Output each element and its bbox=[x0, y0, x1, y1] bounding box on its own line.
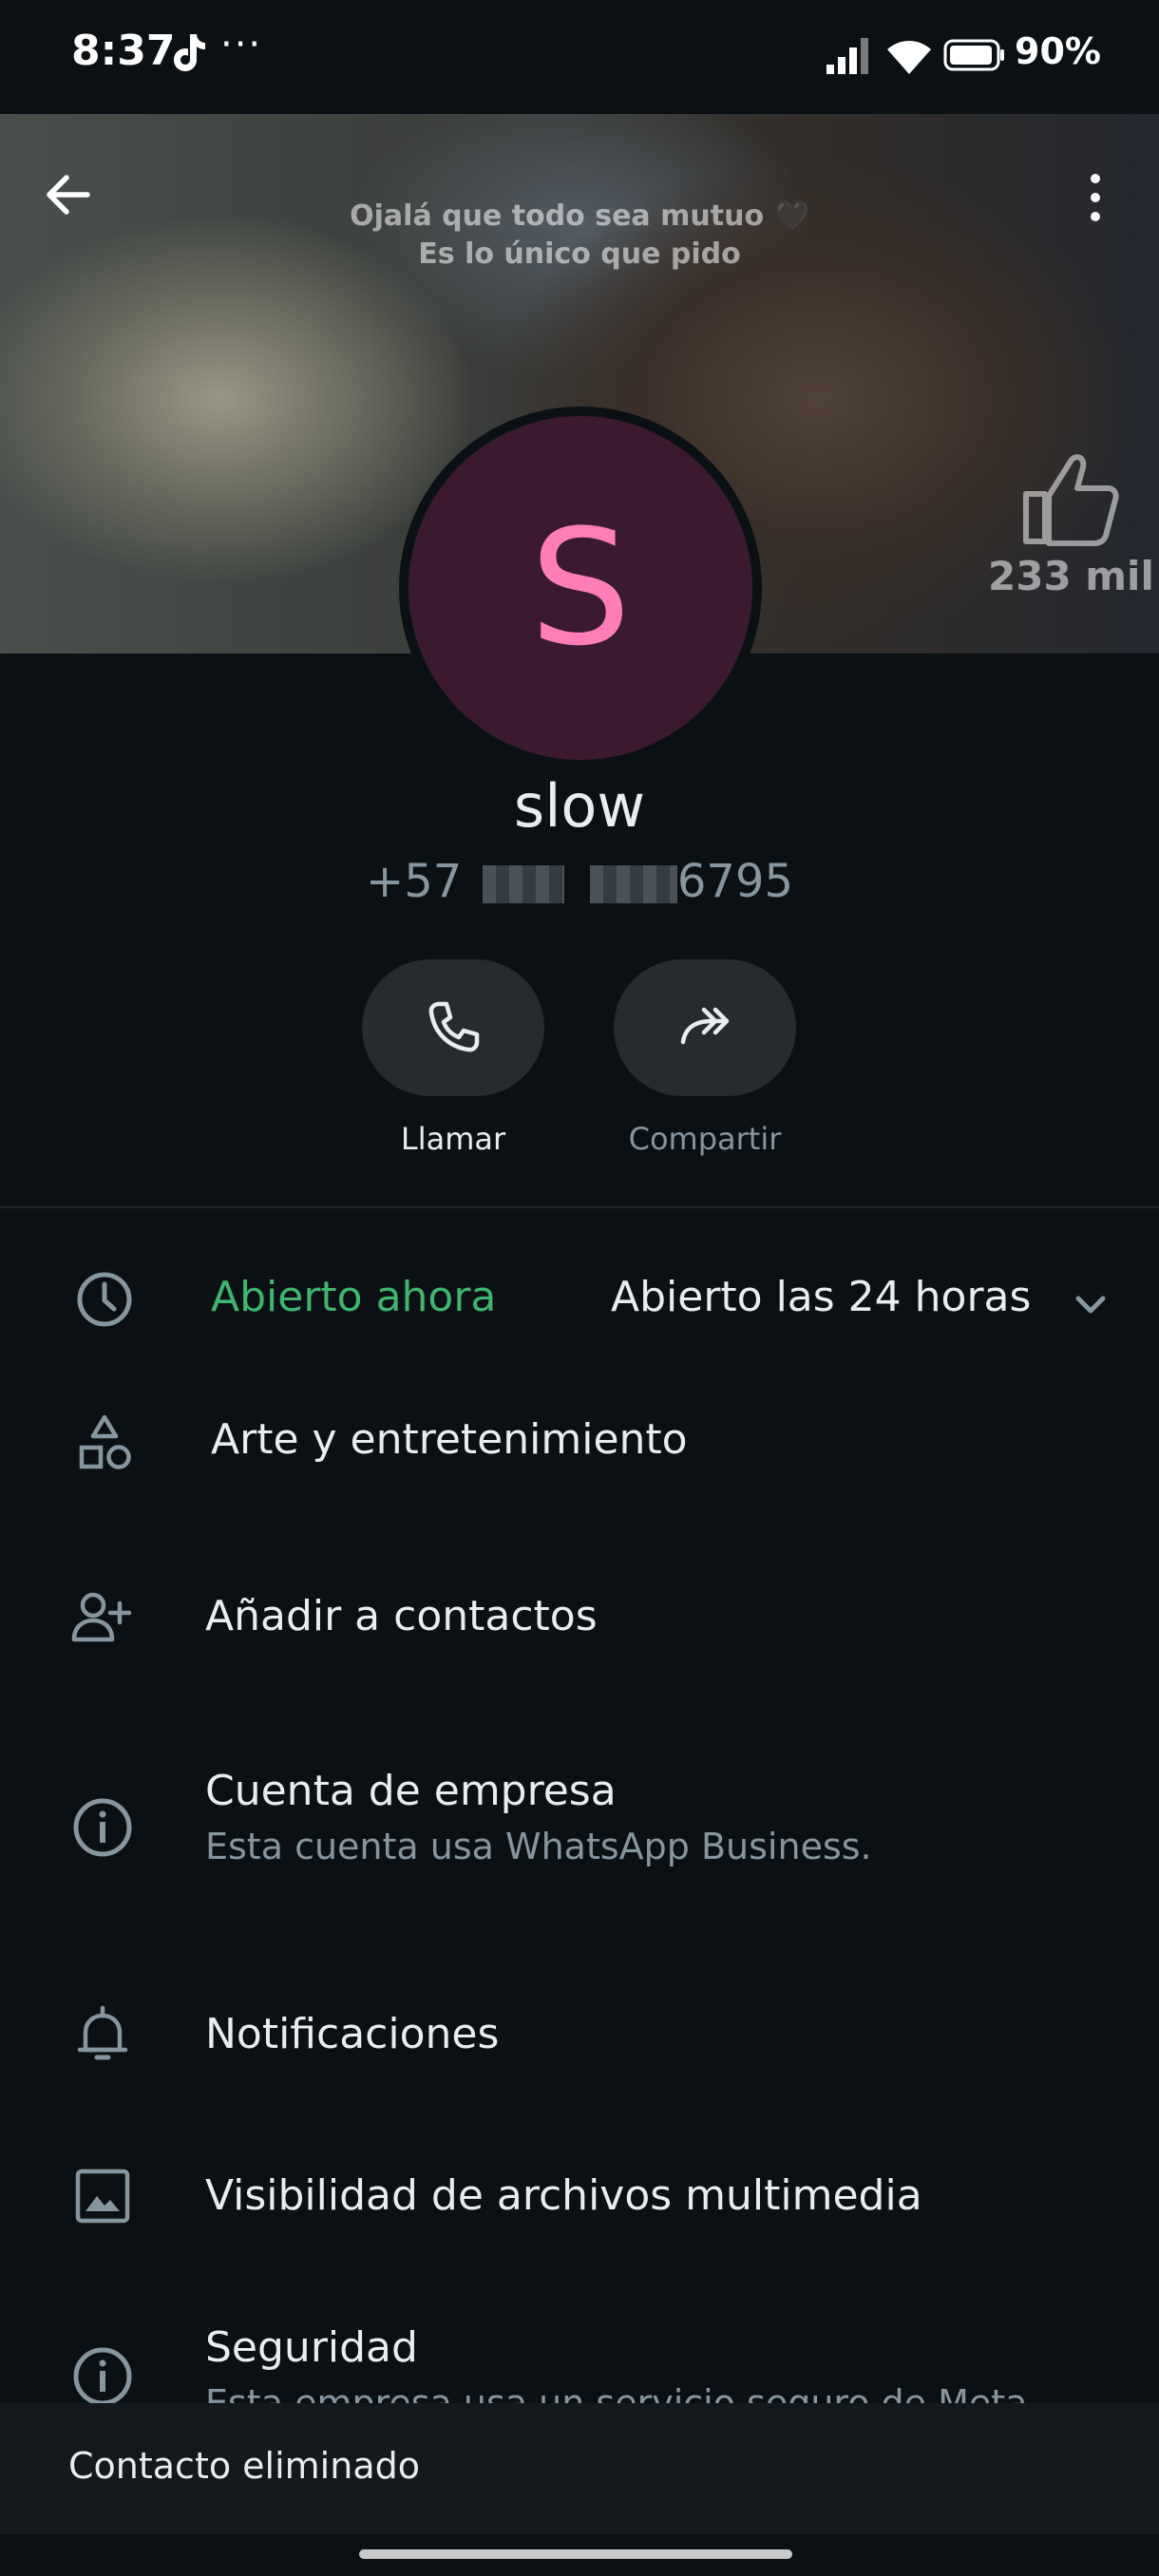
business-hours-row[interactable]: Abierto ahora Abierto las 24 horas bbox=[0, 1244, 1159, 1358]
thumbs-up-icon bbox=[1023, 454, 1119, 546]
home-indicator[interactable] bbox=[359, 2549, 792, 2559]
call-button[interactable] bbox=[362, 959, 544, 1096]
notifications-label: Notificaciones bbox=[205, 2010, 500, 2058]
avatar-letter: S bbox=[529, 495, 632, 681]
phone-prefix: +57 bbox=[366, 855, 463, 908]
business-account-row[interactable]: Cuenta de empresa Esta cuenta usa WhatsA… bbox=[0, 1748, 1159, 1900]
contact-info-screen: 8:37 ··· 90% Ojalá que todo sea mutuo 🖤 … bbox=[0, 0, 1159, 2576]
phone-redacted-block bbox=[589, 865, 677, 903]
phone-suffix: 6795 bbox=[676, 855, 793, 908]
call-label: Llamar bbox=[400, 1121, 506, 1157]
info-icon bbox=[73, 2347, 132, 2406]
share-arrow-icon bbox=[680, 1007, 730, 1045]
security-title: Seguridad bbox=[205, 2323, 418, 2372]
snackbar-text: Contacto eliminado bbox=[68, 2445, 420, 2487]
media-visibility-row[interactable]: Visibilidad de archivos multimedia bbox=[0, 2137, 1159, 2261]
info-icon bbox=[73, 1798, 132, 1857]
image-icon bbox=[75, 2169, 130, 2224]
back-arrow-icon[interactable] bbox=[40, 166, 97, 223]
phone-redacted-block bbox=[482, 865, 564, 903]
add-to-contacts-row[interactable]: Añadir a contactos bbox=[0, 1558, 1159, 1681]
hours-schedule: Abierto las 24 horas bbox=[611, 1273, 1032, 1321]
tiktok-icon bbox=[174, 34, 205, 71]
clock-icon bbox=[77, 1272, 132, 1327]
contact-phone: +57 6795 bbox=[0, 855, 1159, 908]
divider bbox=[0, 1206, 1159, 1208]
status-time: 8:37 bbox=[71, 27, 176, 75]
contact-name: slow bbox=[513, 771, 646, 841]
media-visibility-label: Visibilidad de archivos multimedia bbox=[205, 2171, 922, 2220]
bell-icon bbox=[77, 2005, 128, 2060]
phone-icon bbox=[428, 1001, 480, 1052]
add-person-icon bbox=[71, 1592, 132, 1642]
battery-percent: 90% bbox=[1015, 30, 1101, 72]
signal-icon bbox=[826, 38, 868, 74]
add-to-contacts-label: Añadir a contactos bbox=[205, 1592, 598, 1640]
chevron-down-icon[interactable] bbox=[1069, 1282, 1112, 1326]
snackbar: Contacto eliminado bbox=[0, 2403, 1159, 2534]
cover-likes-count: 233 mil bbox=[988, 553, 1154, 599]
more-options-icon[interactable] bbox=[1081, 169, 1110, 226]
share-button[interactable] bbox=[614, 959, 796, 1096]
business-account-subtitle: Esta cuenta usa WhatsApp Business. bbox=[205, 1826, 872, 1867]
notifications-row[interactable]: Notificaciones bbox=[0, 1976, 1159, 2099]
cover-caption-line2: Es lo único que pido bbox=[418, 237, 741, 271]
category-label: Arte y entretenimiento bbox=[211, 1415, 688, 1464]
wifi-icon bbox=[887, 41, 931, 74]
avatar[interactable]: S bbox=[399, 407, 762, 769]
status-more-dots: ··· bbox=[220, 23, 263, 66]
status-bar: 8:37 ··· 90% bbox=[0, 0, 1159, 114]
business-account-title: Cuenta de empresa bbox=[205, 1767, 617, 1815]
battery-icon bbox=[943, 39, 1004, 71]
share-label: Compartir bbox=[628, 1121, 782, 1157]
category-shapes-icon bbox=[79, 1414, 131, 1469]
cover-caption-line1: Ojalá que todo sea mutuo 🖤 bbox=[350, 199, 809, 233]
hours-status: Abierto ahora bbox=[211, 1273, 497, 1321]
category-row: Arte y entretenimiento bbox=[0, 1387, 1159, 1501]
